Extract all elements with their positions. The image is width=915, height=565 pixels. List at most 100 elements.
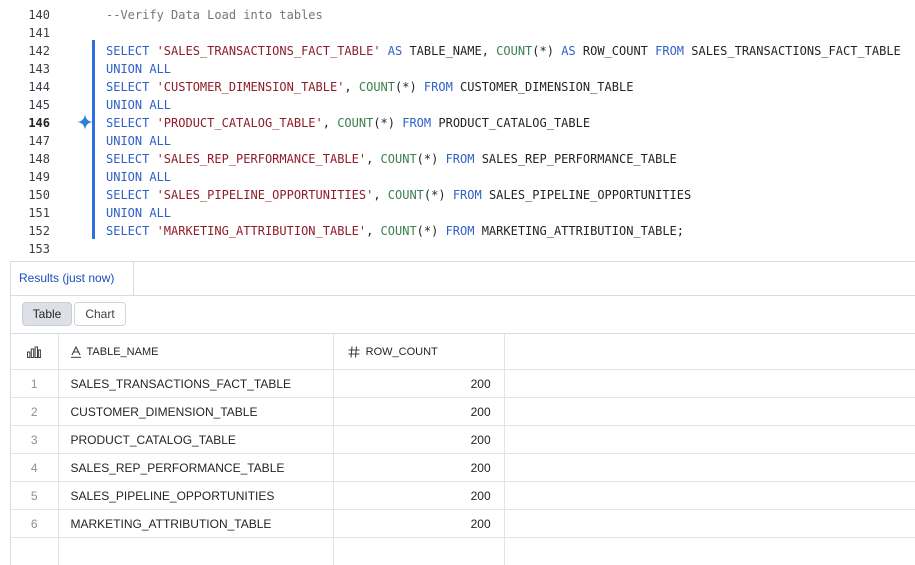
cell-table-name[interactable]: SALES_PIPELINE_OPPORTUNITIES	[58, 482, 333, 510]
code-text: SELECT 'CUSTOMER_DIMENSION_TABLE', COUNT…	[106, 78, 633, 96]
code-token: ,	[373, 188, 387, 202]
line-number: 144	[0, 78, 50, 96]
line-number: 142	[0, 42, 50, 60]
code-token: 'SALES_PIPELINE_OPPORTUNITIES'	[157, 188, 374, 202]
empty-cell	[11, 538, 58, 565]
code-text: UNION ALL	[106, 60, 171, 78]
cell-table-name[interactable]: PRODUCT_CATALOG_TABLE	[58, 426, 333, 454]
code-token: (*)	[532, 44, 561, 58]
cell-row-count[interactable]: 200	[333, 482, 504, 510]
code-token: SELECT	[106, 224, 157, 238]
row-index[interactable]: 5	[11, 482, 58, 510]
cell-row-count[interactable]: 200	[333, 370, 504, 398]
code-token: COUNT	[381, 224, 417, 238]
code-line[interactable]: 144 SELECT 'CUSTOMER_DIMENSION_TABLE', CO…	[0, 78, 915, 96]
row-index[interactable]: 1	[11, 370, 58, 398]
line-number: 150	[0, 186, 50, 204]
cell-table-name[interactable]: SALES_TRANSACTIONS_FACT_TABLE	[58, 370, 333, 398]
line-number: 146	[0, 114, 50, 132]
cell-table-name[interactable]: CUSTOMER_DIMENSION_TABLE	[58, 398, 333, 426]
line-number: 145	[0, 96, 50, 114]
code-text: SELECT 'SALES_PIPELINE_OPPORTUNITIES', C…	[106, 186, 691, 204]
code-token: COUNT	[388, 188, 424, 202]
code-line[interactable]: 150 SELECT 'SALES_PIPELINE_OPPORTUNITIES'…	[0, 186, 915, 204]
code-line[interactable]: 152 SELECT 'MARKETING_ATTRIBUTION_TABLE',…	[0, 222, 915, 240]
code-token: ROW_COUNT	[576, 44, 655, 58]
line-number: 140	[0, 6, 50, 24]
code-line[interactable]: 149UNION ALL	[0, 168, 915, 186]
cell-filler	[504, 370, 915, 398]
table-view-button[interactable]: Table	[22, 302, 72, 326]
table-row[interactable]: 4SALES_REP_PERFORMANCE_TABLE200	[11, 454, 915, 482]
cell-filler	[504, 482, 915, 510]
row-index[interactable]: 6	[11, 510, 58, 538]
code-token: (*)	[424, 188, 453, 202]
ai-sparkle-icon[interactable]	[77, 114, 93, 130]
empty-cell	[333, 538, 504, 565]
code-line[interactable]: 146 SELECT 'PRODUCT_CATALOG_TABLE', COUNT…	[0, 114, 915, 132]
empty-cell	[58, 538, 333, 565]
cell-table-name[interactable]: MARKETING_ATTRIBUTION_TABLE	[58, 510, 333, 538]
chart-view-button[interactable]: Chart	[74, 302, 126, 326]
code-token: 'MARKETING_ATTRIBUTION_TABLE'	[157, 224, 367, 238]
column-filler	[504, 334, 915, 370]
code-token: ,	[366, 152, 380, 166]
code-line[interactable]: 148 SELECT 'SALES_REP_PERFORMANCE_TABLE',…	[0, 150, 915, 168]
table-row[interactable]: 5SALES_PIPELINE_OPPORTUNITIES200	[11, 482, 915, 510]
code-line[interactable]: 142 SELECT 'SALES_TRANSACTIONS_FACT_TABLE…	[0, 42, 915, 60]
table-row[interactable]: 1SALES_TRANSACTIONS_FACT_TABLE200	[11, 370, 915, 398]
code-token: (*)	[395, 80, 424, 94]
line-number: 148	[0, 150, 50, 168]
code-line[interactable]: 143 UNION ALL	[0, 60, 915, 78]
table-row[interactable]: 3PRODUCT_CATALOG_TABLE200	[11, 426, 915, 454]
line-number: 141	[0, 24, 50, 42]
code-text: SELECT 'SALES_TRANSACTIONS_FACT_TABLE' A…	[106, 42, 901, 60]
code-token: 'PRODUCT_CATALOG_TABLE'	[157, 116, 323, 130]
line-number: 152	[0, 222, 50, 240]
code-token: FROM	[402, 116, 431, 130]
empty-row	[11, 538, 915, 565]
cell-filler	[504, 510, 915, 538]
column-header-row-count[interactable]: ROW_COUNT	[333, 334, 504, 370]
code-text: SELECT 'MARKETING_ATTRIBUTION_TABLE', CO…	[106, 222, 684, 240]
table-row[interactable]: 6MARKETING_ATTRIBUTION_TABLE200	[11, 510, 915, 538]
code-token: PRODUCT_CATALOG_TABLE	[431, 116, 590, 130]
results-panel: Results (just now) Table Chart	[10, 261, 915, 565]
cell-row-count[interactable]: 200	[333, 510, 504, 538]
code-token: COUNT	[359, 80, 395, 94]
row-index[interactable]: 2	[11, 398, 58, 426]
column-header-table-name[interactable]: TABLE_NAME	[58, 334, 333, 370]
cell-table-name[interactable]: SALES_REP_PERFORMANCE_TABLE	[58, 454, 333, 482]
code-token: SALES_PIPELINE_OPPORTUNITIES	[482, 188, 692, 202]
results-grid: TABLE_NAME ROW_COUNT 1SALES_TRANSACTIONS…	[11, 334, 915, 565]
row-index[interactable]: 4	[11, 454, 58, 482]
column-stats-header[interactable]	[11, 334, 58, 370]
code-token: ,	[344, 80, 358, 94]
tab-results[interactable]: Results (just now)	[11, 262, 134, 295]
code-line[interactable]: 145 UNION ALL	[0, 96, 915, 114]
cell-row-count[interactable]: 200	[333, 426, 504, 454]
table-row[interactable]: 2CUSTOMER_DIMENSION_TABLE200	[11, 398, 915, 426]
code-line[interactable]: 140--Verify Data Load into tables	[0, 6, 915, 24]
line-number: 153	[0, 240, 50, 258]
code-token: ,	[366, 224, 380, 238]
code-token: (*)	[373, 116, 402, 130]
code-line[interactable]: 147UNION ALL	[0, 132, 915, 150]
cell-row-count[interactable]: 200	[333, 454, 504, 482]
code-token: AS	[388, 44, 402, 58]
code-line[interactable]: 153	[0, 240, 915, 258]
code-line[interactable]: 141	[0, 24, 915, 42]
code-line[interactable]: 151UNION ALL	[0, 204, 915, 222]
code-token: COUNT	[337, 116, 373, 130]
code-text: SELECT 'SALES_REP_PERFORMANCE_TABLE', CO…	[106, 150, 677, 168]
sql-editor[interactable]: 140--Verify Data Load into tables141142 S…	[0, 0, 915, 260]
code-text: UNION ALL	[106, 204, 171, 222]
line-number: 143	[0, 60, 50, 78]
code-text: SELECT 'PRODUCT_CATALOG_TABLE', COUNT(*)…	[106, 114, 590, 132]
code-token: MARKETING_ATTRIBUTION_TABLE;	[474, 224, 684, 238]
cell-row-count[interactable]: 200	[333, 398, 504, 426]
row-index[interactable]: 3	[11, 426, 58, 454]
tab-results-label: Results (just now)	[19, 271, 114, 285]
line-number: 147	[0, 132, 50, 150]
code-text: UNION ALL	[106, 96, 171, 114]
